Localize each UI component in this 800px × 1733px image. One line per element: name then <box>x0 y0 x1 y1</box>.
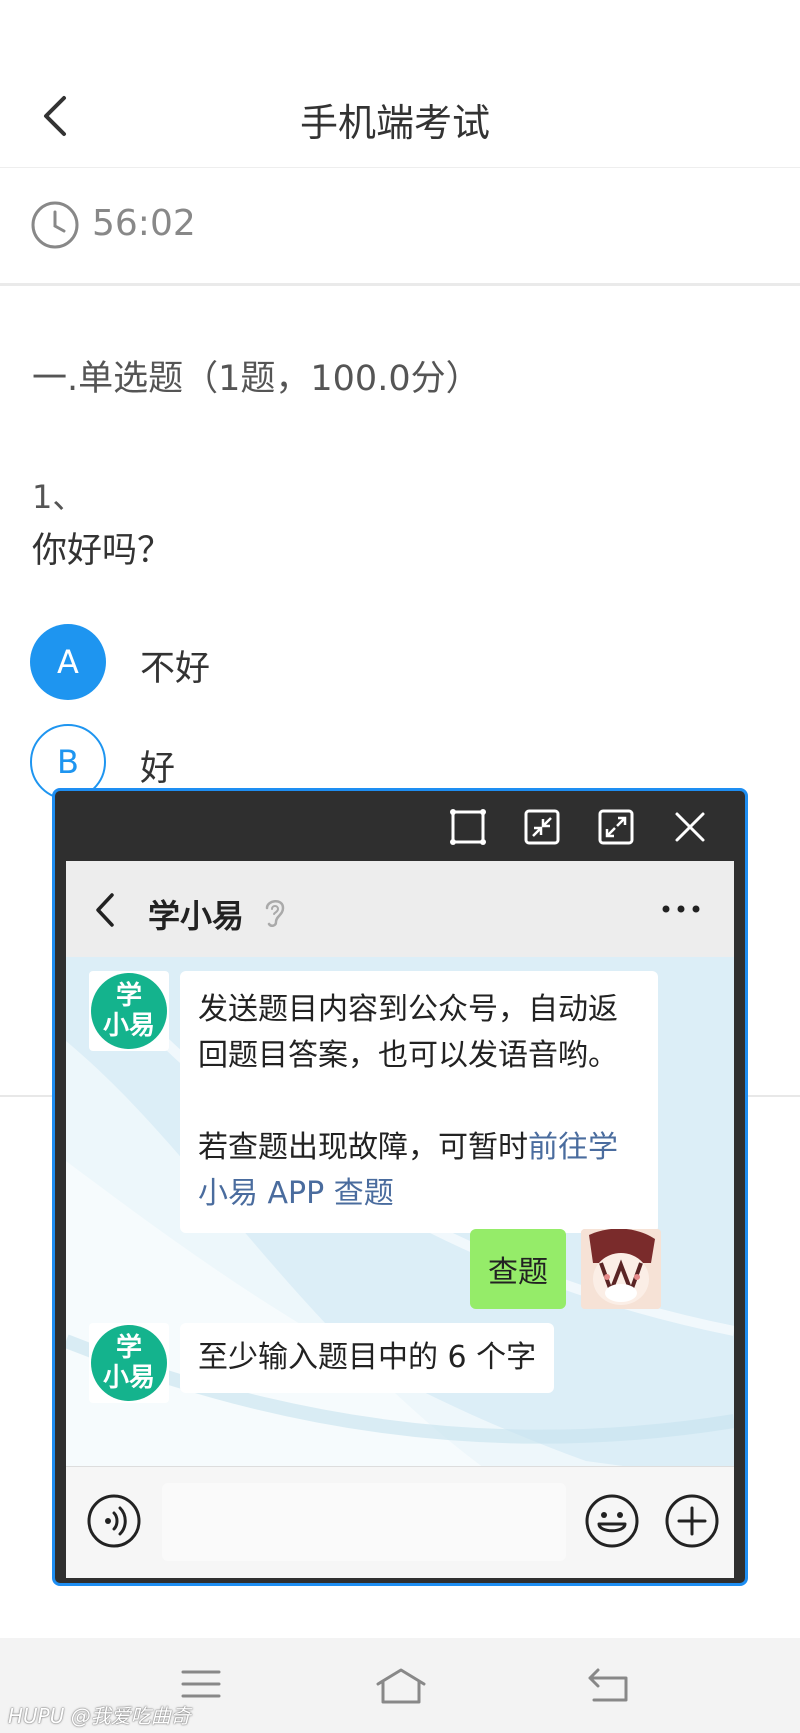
watermark: HUPU @我爱吃曲奇 <box>8 1704 191 1728</box>
bot-avatar-logo: 学小易 <box>91 1325 167 1401</box>
section-title: 一.单选题（1题，100.0分） <box>32 359 481 399</box>
home-icon[interactable] <box>374 1666 428 1710</box>
more-icon[interactable] <box>656 891 706 927</box>
voice-icon[interactable] <box>86 1493 142 1553</box>
message-input[interactable] <box>162 1483 566 1561</box>
option-b-label: 好 <box>140 749 176 789</box>
plus-icon[interactable] <box>664 1493 720 1553</box>
emoji-icon[interactable] <box>584 1493 640 1553</box>
bot-avatar-logo: 学小易 <box>91 973 167 1049</box>
my-message-bubble[interactable]: 查题 <box>470 1229 566 1309</box>
countdown-timer: 56:02 <box>92 203 196 244</box>
bot-message-bubble: 发送题目内容到公众号，自动返回题目答案，也可以发语音哟。 若查题出现故障，可暂时… <box>180 971 658 1233</box>
bot-avatar[interactable]: 学小易 <box>89 1323 169 1403</box>
floating-chat-window: 学小易 学小易 发送题目内容到公众号，自动返回题目答案，也可以发语音哟。 若查题… <box>52 788 748 1586</box>
bot-message-text: 发送题目内容到公众号，自动返回题目答案，也可以发语音哟。 <box>198 992 618 1073</box>
ear-icon <box>262 895 288 933</box>
chat-back-icon[interactable] <box>90 891 120 929</box>
chat-panel: 学小易 学小易 发送题目内容到公众号，自动返回题目答案，也可以发语音哟。 若查题… <box>66 861 734 1578</box>
back-nav-icon[interactable] <box>586 1666 632 1708</box>
option-a[interactable]: A 不好 <box>30 624 730 700</box>
chat-input-bar <box>66 1466 734 1578</box>
user-avatar[interactable] <box>581 1229 661 1309</box>
chat-header: 学小易 <box>66 861 734 957</box>
question-text: 你好吗？ <box>32 531 173 571</box>
option-a-circle: A <box>30 624 106 700</box>
window-toolbar <box>55 791 745 861</box>
maximize-window-icon[interactable] <box>595 806 637 848</box>
bot-message-bubble: 至少输入题目中的 6 个字 <box>180 1323 555 1393</box>
crop-icon[interactable] <box>447 806 489 848</box>
minimize-window-icon[interactable] <box>521 806 563 848</box>
close-icon[interactable] <box>669 806 711 848</box>
question-number: 1、 <box>32 478 85 516</box>
app-header: 手机端考试 <box>0 0 800 168</box>
bot-avatar[interactable]: 学小易 <box>89 971 169 1051</box>
clock-icon <box>30 200 80 254</box>
page-title: 手机端考试 <box>299 101 490 145</box>
chat-title: 学小易 <box>148 897 245 935</box>
option-a-label: 不好 <box>140 649 211 689</box>
bot-message-text-2: 若查题出现故障，可暂时 <box>198 1130 528 1165</box>
